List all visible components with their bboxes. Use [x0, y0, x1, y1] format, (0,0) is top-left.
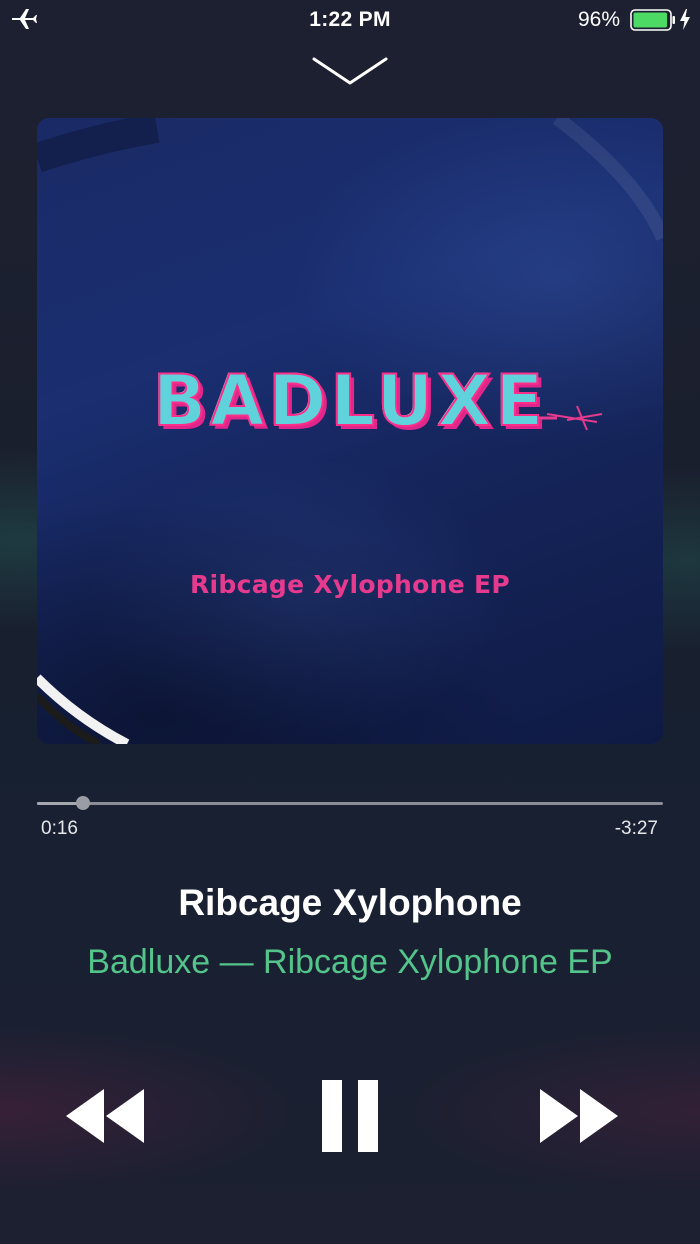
album-artwork: BADLUXE Ribcage Xylophone EP [37, 118, 663, 744]
track-title: Ribcage Xylophone [178, 882, 522, 923]
remaining-time: -3:27 [614, 818, 658, 839]
status-bar: 1:22 PM 96% [0, 0, 700, 40]
progress-scrubber[interactable] [75, 796, 90, 810]
artwork-logo-text: BADLUXE [152, 359, 548, 443]
fast-forward-icon[interactable] [538, 1087, 620, 1145]
progress-bar[interactable] [37, 796, 663, 810]
track-artist-album[interactable]: Badluxe — Ribcage Xylophone EP [0, 943, 700, 982]
elapsed-time: 0:16 [41, 818, 78, 839]
charging-bolt-icon [680, 9, 690, 30]
pause-icon[interactable] [320, 1080, 380, 1152]
battery-percent: 96% [577, 8, 620, 31]
rewind-icon[interactable] [64, 1087, 146, 1145]
artwork-subtitle: Ribcage Xylophone EP [189, 570, 510, 599]
battery-icon [630, 9, 675, 31]
chevron-down-icon[interactable] [312, 56, 388, 86]
